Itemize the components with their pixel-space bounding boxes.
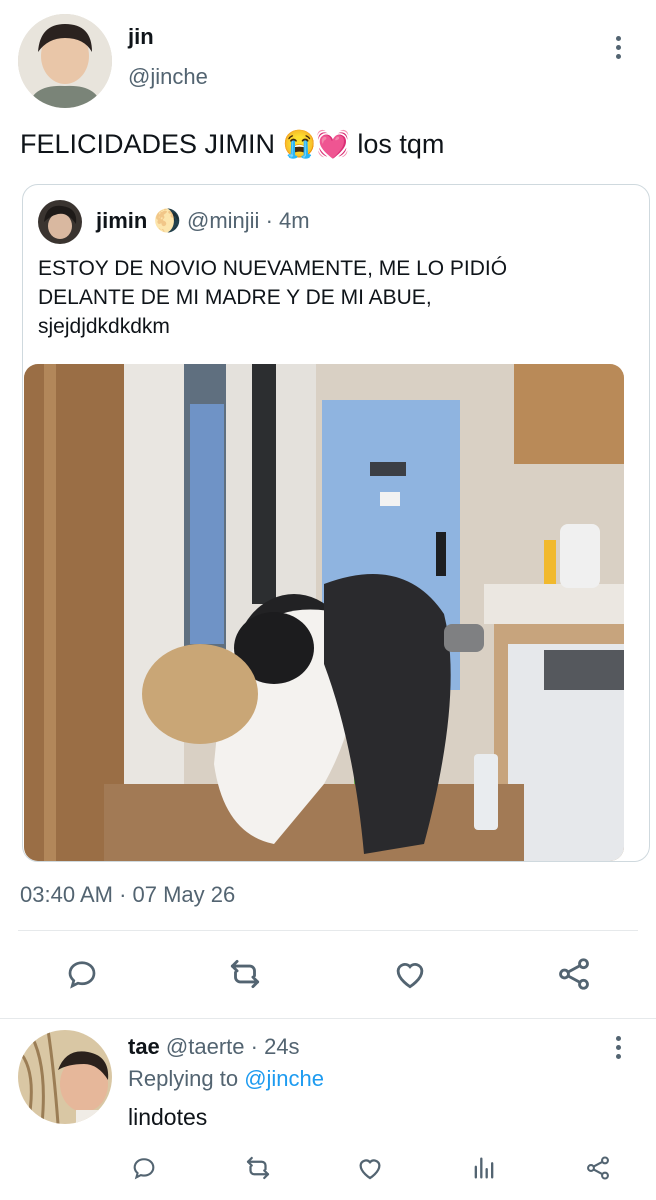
reply-analytics-button[interactable]: [466, 1150, 502, 1186]
avatar-photo: [18, 14, 112, 108]
quote-author-name[interactable]: jimin: [96, 208, 147, 233]
retweet-icon: [230, 959, 260, 989]
beating-heart-emoji-icon: 💓: [316, 129, 350, 159]
quote-text-line: sjejdjdkdkdkm: [38, 315, 170, 338]
share-icon: [559, 958, 589, 990]
analytics-icon: [474, 1157, 494, 1179]
tweet-author-handle[interactable]: @jinche: [128, 64, 208, 90]
share-icon: [587, 1156, 609, 1180]
reply-more-icon[interactable]: [606, 1032, 630, 1062]
replying-to-line: Replying to @jinche: [128, 1066, 324, 1092]
reply-author-row: tae @taerte · 24s: [128, 1034, 300, 1060]
more-icon[interactable]: [606, 32, 630, 62]
avatar-photo: [38, 200, 82, 244]
crying-emoji-icon: 😭: [282, 129, 317, 159]
quote-text-line: DELANTE DE MI MADRE Y DE MI ABUE,: [38, 286, 432, 309]
replying-to-handle[interactable]: @jinche: [244, 1066, 324, 1091]
replying-to-label: Replying to: [128, 1066, 239, 1091]
quote-media-image[interactable]: [24, 364, 624, 861]
reply-button[interactable]: [56, 952, 108, 996]
tweet-timestamp[interactable]: 03:40 AM · 07 May 26: [20, 882, 235, 908]
comment-icon: [68, 961, 96, 989]
tweet-text-main: FELICIDADES JIMIN: [20, 129, 276, 159]
quote-text: ESTOY DE NOVIO NUEVAMENTE, ME LO PIDIÓ D…: [38, 254, 507, 341]
reply-reply-button[interactable]: [126, 1150, 162, 1186]
heart-icon: [396, 963, 424, 989]
reply-author-handle[interactable]: @taerte: [166, 1034, 245, 1059]
comment-icon: [133, 1158, 155, 1180]
reply-age: · 24s: [250, 1034, 300, 1059]
moon-emoji-icon: 🌖: [153, 208, 181, 233]
retweet-icon: [246, 1156, 270, 1180]
reply-author-name[interactable]: tae: [128, 1034, 160, 1059]
action-bar-top-divider: [18, 930, 638, 931]
avatar-photo: [18, 1030, 112, 1124]
quote-text-line: ESTOY DE NOVIO NUEVAMENTE, ME LO PIDIÓ: [38, 257, 508, 280]
jimin-avatar[interactable]: [38, 200, 82, 244]
quote-age: · 4m: [265, 208, 310, 233]
share-button[interactable]: [548, 952, 600, 996]
tweet-text: FELICIDADES JIMIN 😭💓 los tqm: [20, 128, 444, 160]
reply-like-button[interactable]: [352, 1150, 388, 1186]
quote-author-handle[interactable]: @minjii: [187, 208, 259, 233]
heart-icon: [359, 1159, 381, 1180]
retweet-button[interactable]: [219, 952, 271, 996]
tweet-author-name[interactable]: jin: [128, 24, 154, 50]
tweet-text-suffix: los tqm: [357, 129, 445, 159]
reply-share-button[interactable]: [580, 1150, 616, 1186]
reply-retweet-button[interactable]: [240, 1150, 276, 1186]
like-button[interactable]: [384, 952, 436, 996]
jin-avatar[interactable]: [18, 14, 112, 108]
action-bar-bottom-divider: [0, 1018, 656, 1019]
tae-avatar[interactable]: [18, 1030, 112, 1124]
quote-author-row: jimin 🌖 @minjii · 4m: [96, 208, 310, 234]
reply-text: lindotes: [128, 1104, 208, 1130]
hallway-photo: [24, 364, 624, 861]
